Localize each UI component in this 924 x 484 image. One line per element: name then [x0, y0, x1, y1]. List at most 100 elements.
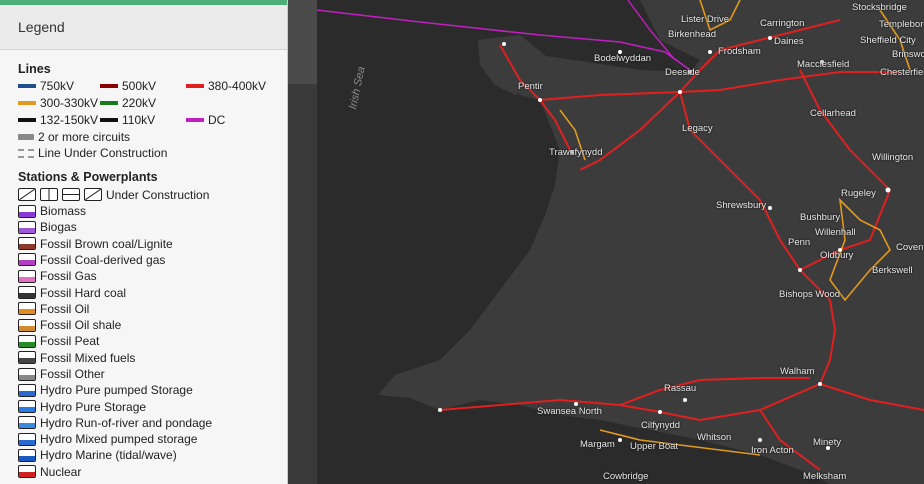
station-label: Fossil Peat: [40, 334, 100, 349]
place-label: Lister Drive: [681, 14, 730, 25]
place-label: Margam: [580, 439, 615, 450]
station-legend-item: Hydro Pure Storage: [18, 398, 269, 414]
under-construction-label: Under Construction: [106, 187, 210, 202]
circuits-icon: [18, 134, 34, 141]
line-legend-item: 110kV: [100, 113, 186, 127]
station-label: Biogas: [40, 220, 77, 235]
place-label: Oldbury: [820, 250, 854, 261]
legend-title: Legend: [18, 19, 65, 35]
station-legend-item: Fossil Coal-derived gas: [18, 252, 269, 268]
station-legend-item: Fossil Hard coal: [18, 284, 269, 300]
station-swatch-icon: [18, 253, 36, 267]
scrollbar-thumb[interactable]: [287, 0, 317, 84]
station-legend-item: Fossil Mixed fuels: [18, 350, 269, 366]
station-swatch-icon: [18, 448, 36, 462]
line-label: 110kV: [122, 113, 156, 127]
station-swatch-icon: [18, 318, 36, 332]
place-label: Carrington: [760, 18, 805, 29]
station-swatch-fill: [19, 211, 35, 217]
station-swatch-fill: [19, 309, 35, 315]
line-legend-item: 300-330kV: [18, 96, 100, 110]
place-label: Bodelwyddan: [594, 53, 652, 64]
place-label: Birkenhead: [668, 29, 717, 40]
station-label: Biomass: [40, 204, 87, 219]
station-swatch-icon: [18, 400, 36, 414]
station-swatch-icon: [18, 465, 36, 479]
station-swatch-fill: [19, 423, 35, 429]
station-swatch-fill: [19, 244, 35, 250]
station-legend-item: Hydro Mixed pumped storage: [18, 431, 269, 447]
line-swatch: [100, 84, 118, 88]
place-label: Upper Boat: [630, 441, 679, 452]
construction-label: Line Under Construction: [38, 146, 168, 161]
panel-scrollbar[interactable]: [287, 0, 317, 484]
line-legend-item: 380-400kV: [186, 79, 276, 93]
place-label: Deeside: [665, 67, 700, 78]
legend-header[interactable]: Legend: [0, 5, 287, 50]
station-swatch-fill: [19, 325, 35, 331]
line-swatch: [186, 84, 204, 88]
station-legend-item: Biogas: [18, 219, 269, 235]
station-swatch-icon: [18, 302, 36, 316]
station-legend-item: Hydro Marine (tidal/wave): [18, 447, 269, 463]
station-label: Hydro Pure Storage: [40, 399, 147, 414]
station-swatch-fill: [19, 358, 35, 364]
station-label: Hydro Run-of-river and pondage: [40, 415, 213, 430]
place-label: Stocksbridge: [852, 2, 907, 13]
place-label: Cowbridge: [603, 471, 649, 482]
line-swatch: [18, 84, 36, 88]
line-label: 132-150kV: [40, 113, 99, 127]
station-label: Fossil Oil: [40, 301, 90, 316]
line-label: DC: [208, 113, 226, 127]
stations-section-title: Stations & Powerplants: [18, 169, 158, 184]
station-swatch-fill: [19, 227, 35, 233]
place-label: Templeborough: [879, 19, 924, 30]
station-swatch-fill: [19, 374, 35, 380]
station-swatch-fill: [19, 276, 35, 282]
place-label: Pentir: [518, 81, 543, 92]
station-legend-item: Biomass: [18, 203, 269, 219]
line-legend-item: 500kV: [100, 79, 186, 93]
construction-box-icon: [84, 188, 102, 202]
station-swatch-fill: [19, 472, 35, 478]
station-label: Fossil Brown coal/Lignite: [40, 236, 173, 251]
station-swatch-fill: [19, 390, 35, 396]
station-swatch-icon: [18, 220, 36, 234]
place-label: Walham: [780, 366, 815, 377]
line-swatch: [18, 101, 36, 105]
station-swatch-icon: [18, 351, 36, 365]
station-swatch-icon: [18, 334, 36, 348]
place-label: Sheffield City: [860, 35, 916, 46]
station-label: Fossil Gas: [40, 269, 97, 284]
station-label: Hydro Pure pumped Storage: [40, 383, 193, 398]
place-label: Chesterfield: [880, 67, 924, 78]
line-legend-item: 132-150kV: [18, 113, 100, 127]
station-label: Fossil Mixed fuels: [40, 350, 136, 365]
legend-panel: Legend Lines 750kV 500kV 380-400kV 300-3…: [0, 0, 288, 484]
place-label: Cilfynydd: [641, 420, 681, 431]
station-legend-item: Fossil Brown coal/Lignite: [18, 235, 269, 251]
line-swatch: [186, 118, 204, 122]
place-label: Berkswell: [872, 265, 913, 276]
station-legend-item: Fossil Oil shale: [18, 317, 269, 333]
station-legend-item: Nuclear: [18, 464, 269, 480]
station-label: Hydro Marine (tidal/wave): [40, 448, 177, 463]
station-label: Hydro Mixed pumped storage: [40, 432, 198, 447]
station-swatch-fill: [19, 439, 35, 445]
station-legend-item: Fossil Other: [18, 366, 269, 382]
place-label: Shrewsbury: [716, 200, 767, 211]
station-legend-item: Hydro Pure pumped Storage: [18, 382, 269, 398]
place-label: Minety: [813, 437, 841, 448]
circuits-legend-item: 2 or more circuits: [18, 129, 269, 145]
station-label: Nuclear: [40, 464, 82, 479]
place-label: Frodsham: [718, 46, 761, 57]
legend-body: Lines 750kV 500kV 380-400kV 300-330kV 22…: [0, 50, 287, 480]
station-swatch-icon: [18, 383, 36, 397]
place-label: Trawsfynydd: [549, 147, 603, 158]
place-label: Iron Acton: [751, 445, 794, 456]
station-swatch-fill: [19, 341, 35, 347]
place-label: Daines: [774, 36, 804, 47]
place-label: Brinsworth: [892, 49, 924, 60]
line-swatch: [100, 118, 118, 122]
place-label: Rassau: [664, 383, 697, 394]
